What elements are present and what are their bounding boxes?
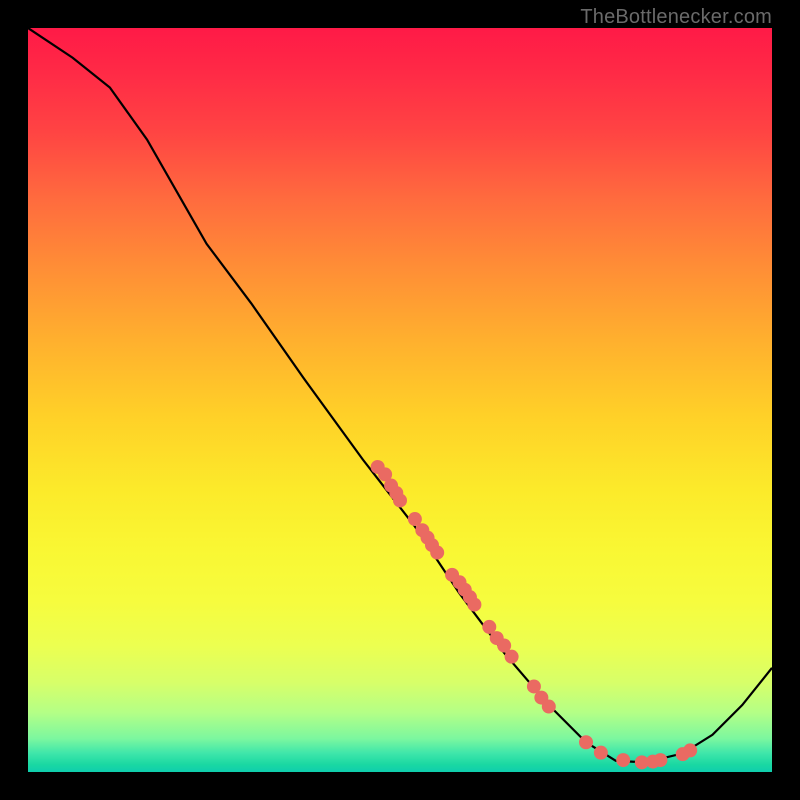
data-point xyxy=(467,598,481,612)
data-point xyxy=(616,753,630,767)
data-point xyxy=(579,735,593,749)
chart-svg xyxy=(28,28,772,772)
data-point xyxy=(505,650,519,664)
plot-area xyxy=(28,28,772,772)
data-point xyxy=(542,700,556,714)
bottleneck-curve xyxy=(28,28,772,762)
data-point xyxy=(393,493,407,507)
watermark-text: TheBottlenecker.com xyxy=(580,6,772,29)
data-point xyxy=(653,753,667,767)
data-point xyxy=(683,743,697,757)
data-point xyxy=(594,746,608,760)
data-point xyxy=(430,546,444,560)
chart-container: TheBottlenecker.com xyxy=(0,0,800,800)
